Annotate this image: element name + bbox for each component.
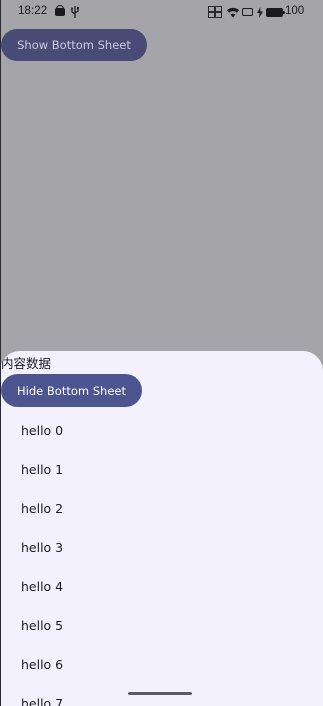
battery-level: 100 <box>285 5 305 17</box>
battery-icon <box>266 8 285 17</box>
show-bottom-sheet-button[interactable]: Show Bottom Sheet <box>1 29 147 61</box>
list-item-label: hello 1 <box>21 462 64 477</box>
sheet-title: 内容数据 <box>1 356 52 371</box>
wifi-icon <box>227 7 239 18</box>
list-item[interactable]: hello 7 <box>0 684 323 706</box>
window-edge-divider <box>0 0 1 706</box>
list-item[interactable]: hello 5 <box>0 606 323 645</box>
hide-bottom-sheet-button[interactable]: Hide Bottom Sheet <box>1 374 142 407</box>
list-item[interactable]: hello 1 <box>0 450 323 489</box>
list-item-label: hello 4 <box>21 579 64 594</box>
list-item[interactable]: hello 0 <box>0 411 323 450</box>
list-item[interactable]: hello 3 <box>0 528 323 567</box>
list-item-label: hello 7 <box>21 696 64 706</box>
list-item-label: hello 3 <box>21 540 64 555</box>
usb-icon <box>70 6 80 18</box>
status-bar: 18:22 100 <box>0 0 323 24</box>
bottom-sheet: 内容数据 Hide Bottom Sheet hello 0 hello 1 h… <box>0 351 323 706</box>
list-item-label: hello 2 <box>21 501 64 516</box>
app-screen: 18:22 100 Show Bottom Sheet 内容数据 Hide Bo… <box>0 0 323 706</box>
charging-icon <box>257 7 263 18</box>
nfc-icon <box>208 6 222 18</box>
list-item-label: hello 0 <box>21 423 64 438</box>
list-item[interactable]: hello 2 <box>0 489 323 528</box>
notification-icon <box>55 5 65 16</box>
gesture-navigation-handle[interactable] <box>128 692 192 695</box>
list-item-label: hello 5 <box>21 618 64 633</box>
list-item[interactable]: hello 6 <box>0 645 323 684</box>
list-item-label: hello 6 <box>21 657 64 672</box>
screen-icon <box>242 8 253 16</box>
list-item[interactable]: hello 4 <box>0 567 323 606</box>
status-time: 18:22 <box>18 5 48 17</box>
